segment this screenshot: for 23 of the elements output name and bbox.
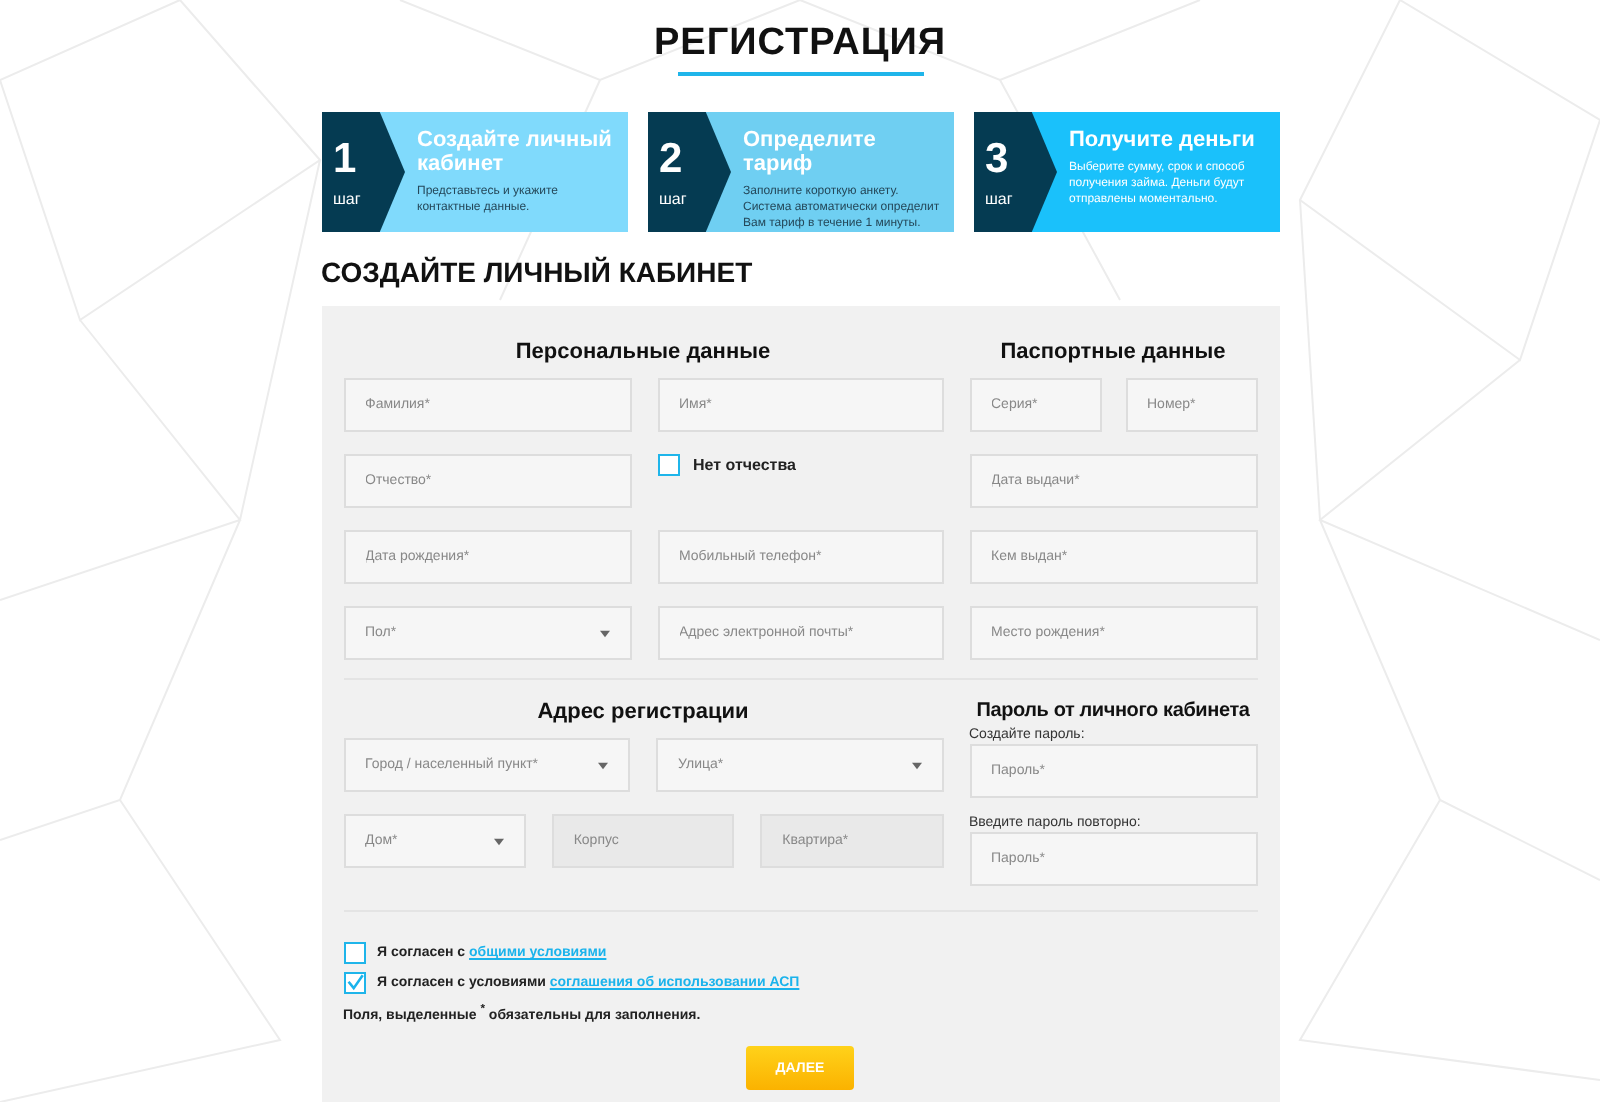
step-title: Создайте личный кабинет [417,128,614,176]
section-heading: Адрес регистрации [535,698,751,726]
section-title: СОЗДАЙТЕ ЛИЧНЫЙ КАБИНЕТ [321,256,755,288]
step-label: шаг [333,189,363,207]
caret-icon [598,761,608,769]
section-heading: Паспортные данные [998,338,1228,366]
step-title: Получите деньги [1069,128,1257,152]
caret-icon [493,837,504,845]
section-heading: Персональные данные [513,338,773,366]
step-number: 1 [333,137,359,181]
checkbox-label: Нет отчества [693,454,796,476]
step-label: шаг [985,189,1015,207]
page-title: РЕГИСТРАЦИЯ [651,20,949,68]
caret-icon [911,761,921,769]
step-number: 3 [985,137,1011,181]
checkbox[interactable] [657,454,679,476]
checkbox[interactable] [343,972,365,994]
checkbox[interactable] [343,942,365,964]
step-label: шаг [659,189,689,207]
step-title: Определите тариф [743,128,878,176]
section-heading: Пароль от личного кабинета [974,698,1252,726]
caret-icon [599,629,609,637]
step-number: 2 [659,137,685,181]
